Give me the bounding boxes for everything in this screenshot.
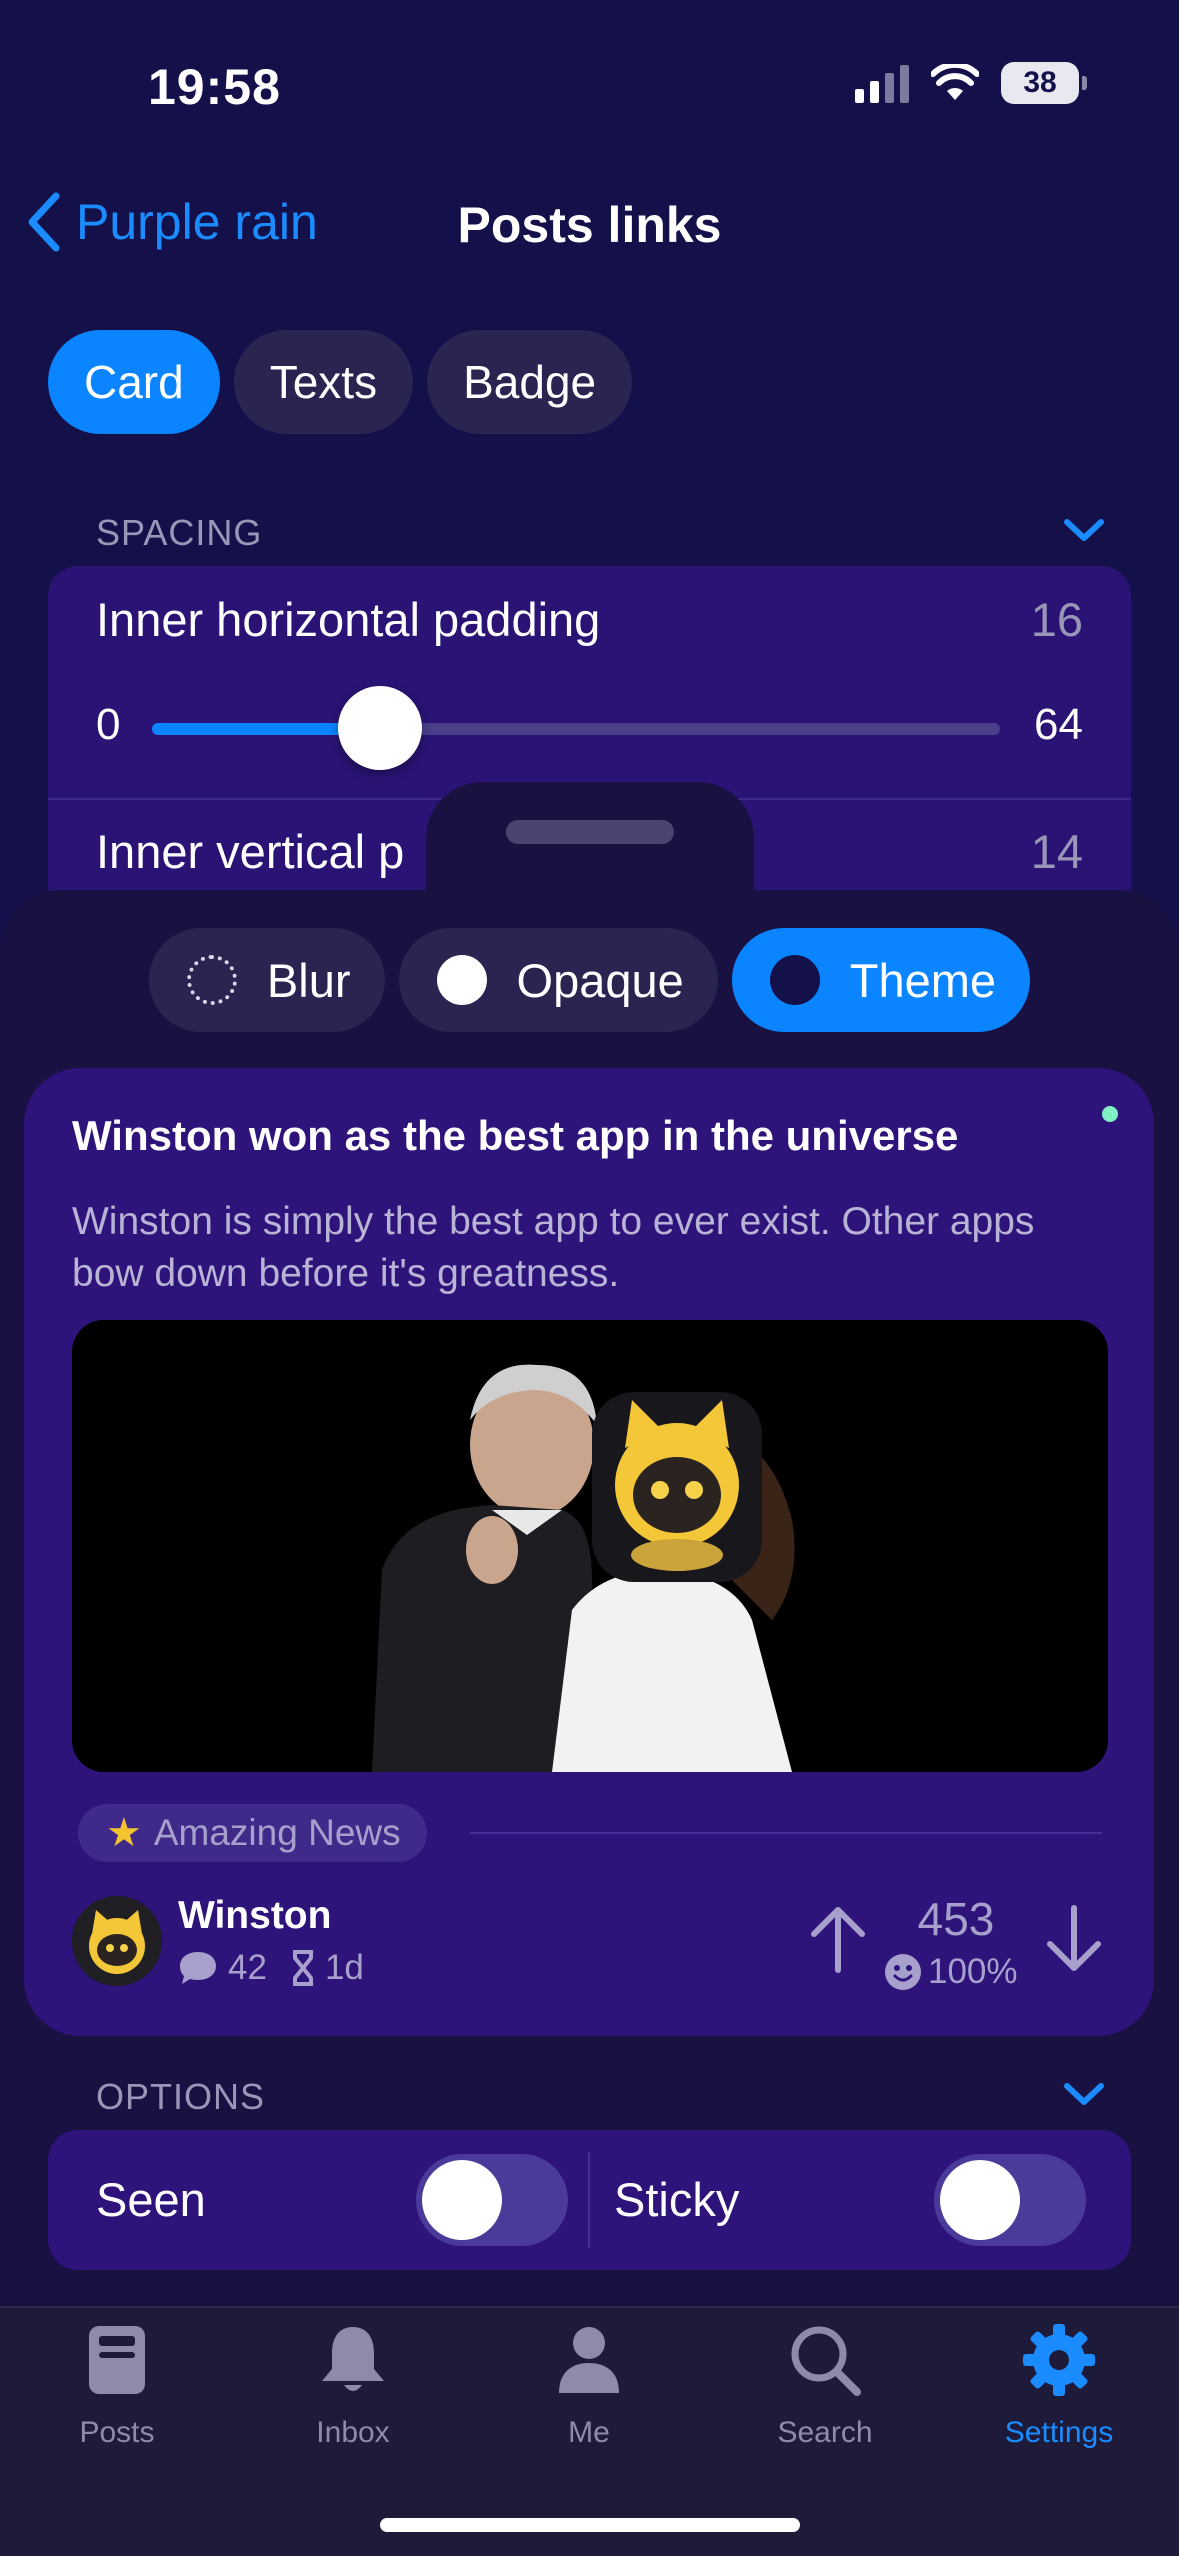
sticky-label: Sticky xyxy=(614,2173,740,2226)
gear-icon xyxy=(1017,2318,1101,2402)
post-author[interactable]: Winston xyxy=(178,1894,331,1938)
bg-option-label: Blur xyxy=(266,953,351,1007)
options-divider xyxy=(588,2152,590,2248)
seen-label: Seen xyxy=(96,2173,206,2226)
white-circle-icon xyxy=(436,955,487,1005)
post-score: 453 xyxy=(917,1893,995,1945)
bg-option-blur[interactable]: Blur xyxy=(148,928,385,1032)
avatar-image xyxy=(72,1896,162,1986)
upvote-arrow-icon[interactable] xyxy=(808,1904,868,1974)
slider-min-label: 0 xyxy=(96,700,121,749)
flair-label: Amazing News xyxy=(153,1812,401,1853)
post-image[interactable] xyxy=(72,1320,1108,1772)
tabbar-item-search[interactable]: Search xyxy=(715,2318,935,2450)
posts-icon xyxy=(75,2318,159,2402)
wifi-icon xyxy=(931,64,979,100)
dotted-circle-icon xyxy=(186,955,237,1005)
padding-slider-thumb[interactable] xyxy=(338,686,422,770)
inner-vertical-value: 14 xyxy=(1030,825,1083,878)
tab-texts[interactable]: Texts xyxy=(233,330,414,434)
home-indicator[interactable] xyxy=(380,2518,800,2532)
slider-max-label: 64 xyxy=(1034,700,1083,749)
upvote-ratio: 100% xyxy=(884,1952,1018,1992)
status-indicators: 38 xyxy=(855,62,1087,104)
cellular-signal-icon xyxy=(855,63,909,103)
tabbar-item-inbox[interactable]: Inbox xyxy=(243,2318,463,2450)
spacing-section-label: SPACING xyxy=(96,512,263,553)
seen-toggle[interactable] xyxy=(416,2154,568,2246)
person-icon xyxy=(547,2318,631,2402)
unread-indicator xyxy=(1102,1106,1118,1122)
smiley-icon xyxy=(885,1954,921,1990)
star-icon: ★ xyxy=(106,1811,142,1855)
toggle-knob xyxy=(940,2160,1020,2240)
post-meta: 42 1d xyxy=(178,1948,364,1988)
tabbar-item-posts[interactable]: Posts xyxy=(7,2318,227,2450)
page-title: Posts links xyxy=(457,197,722,253)
bg-option-label: Opaque xyxy=(516,953,684,1007)
bg-option-label: Theme xyxy=(849,953,997,1007)
inner-horizontal-value: 16 xyxy=(1030,593,1083,646)
tabbar-label: Me xyxy=(568,2416,610,2449)
flair-divider xyxy=(470,1832,1102,1834)
tabbar-item-me[interactable]: Me xyxy=(479,2318,699,2450)
tabbar-label: Settings xyxy=(1004,2416,1114,2449)
post-body: Winston is simply the best app to ever e… xyxy=(72,1200,1035,1295)
bg-option-opaque[interactable]: Opaque xyxy=(398,928,718,1032)
downvote-arrow-icon[interactable] xyxy=(1044,1904,1104,1974)
tab-card[interactable]: Card xyxy=(48,330,220,434)
sheet-grabber[interactable] xyxy=(506,820,674,844)
post-flair-badge: ★ Amazing News xyxy=(78,1804,427,1862)
background-options: Blur Opaque Theme xyxy=(0,928,1179,1032)
inner-horizontal-label: Inner horizontal padding xyxy=(96,593,601,646)
editor-tabs: Card Texts Badge xyxy=(48,330,633,434)
post-image-illustration xyxy=(72,1320,1108,1772)
post-title: Winston won as the best app in the unive… xyxy=(72,1112,959,1159)
post-age: 1d xyxy=(324,1948,364,1987)
bell-icon xyxy=(311,2318,395,2402)
hourglass-icon xyxy=(292,1950,313,1986)
spacing-chevron-down-icon[interactable] xyxy=(1063,516,1105,544)
sticky-toggle[interactable] xyxy=(934,2154,1086,2246)
tabbar-label: Inbox xyxy=(316,2416,390,2449)
inner-vertical-label: Inner vertical p xyxy=(96,825,405,878)
tabbar-label: Posts xyxy=(79,2416,155,2449)
dark-circle-icon xyxy=(769,955,820,1005)
tabbar-label: Search xyxy=(777,2416,873,2449)
tab-badge[interactable]: Badge xyxy=(427,330,633,434)
comment-bubble-icon xyxy=(180,1952,216,1984)
options-section-label: OPTIONS xyxy=(96,2076,266,2117)
author-avatar[interactable] xyxy=(72,1896,162,1986)
options-chevron-down-icon[interactable] xyxy=(1063,2080,1105,2108)
battery-indicator: 38 xyxy=(1001,62,1087,104)
comment-count: 42 xyxy=(228,1948,267,1987)
status-time: 19:58 xyxy=(148,59,281,115)
bg-option-theme[interactable]: Theme xyxy=(731,928,1031,1032)
padding-slider-track[interactable] xyxy=(152,723,1000,735)
tabbar-item-settings[interactable]: Settings xyxy=(949,2318,1169,2450)
search-icon xyxy=(783,2318,867,2402)
ratio-value: 100% xyxy=(928,1952,1018,1991)
toggle-knob xyxy=(422,2160,502,2240)
